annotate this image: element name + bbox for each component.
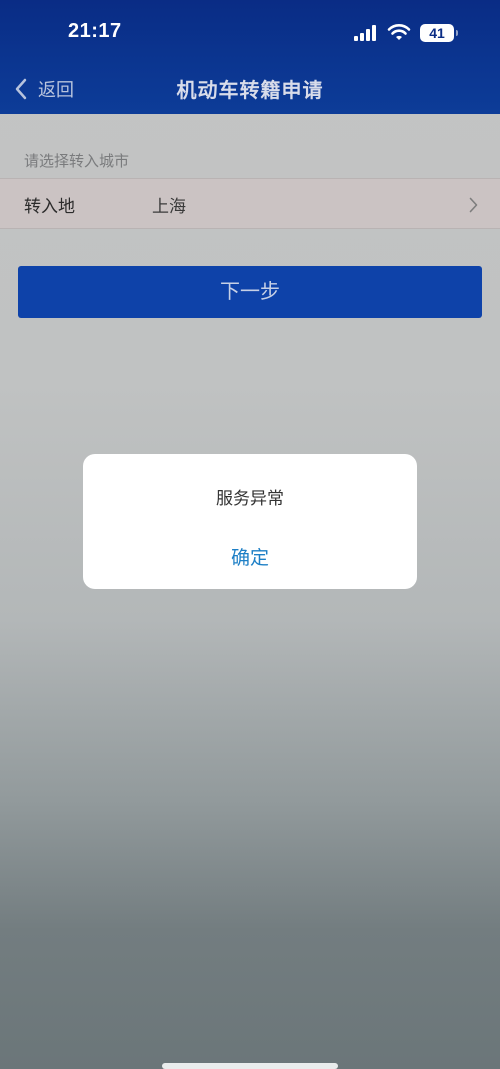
- error-dialog: 服务异常 确定: [83, 454, 417, 589]
- destination-value: 上海: [152, 197, 186, 217]
- header-bar: 21:17 41 返回 机动车转籍申请: [0, 0, 500, 114]
- wifi-icon: [387, 24, 411, 40]
- chevron-right-icon: [469, 197, 478, 213]
- next-step-button[interactable]: 下一步: [18, 266, 482, 318]
- signal-icon: [354, 25, 376, 41]
- status-time: 21:17: [68, 20, 122, 42]
- app-screen: 21:17 41 返回 机动车转籍申请 请选择转入城市 转入地 上海 下一步 服…: [0, 0, 500, 1069]
- home-indicator[interactable]: [162, 1063, 338, 1069]
- dialog-message: 服务异常: [216, 489, 284, 509]
- battery-icon: 41: [420, 24, 458, 42]
- section-hint: 请选择转入城市: [24, 152, 130, 170]
- destination-city-row[interactable]: 转入地 上海: [0, 178, 500, 229]
- confirm-button[interactable]: 确定: [83, 538, 417, 578]
- page-title: 机动车转籍申请: [176, 78, 324, 102]
- destination-label: 转入地: [24, 197, 75, 217]
